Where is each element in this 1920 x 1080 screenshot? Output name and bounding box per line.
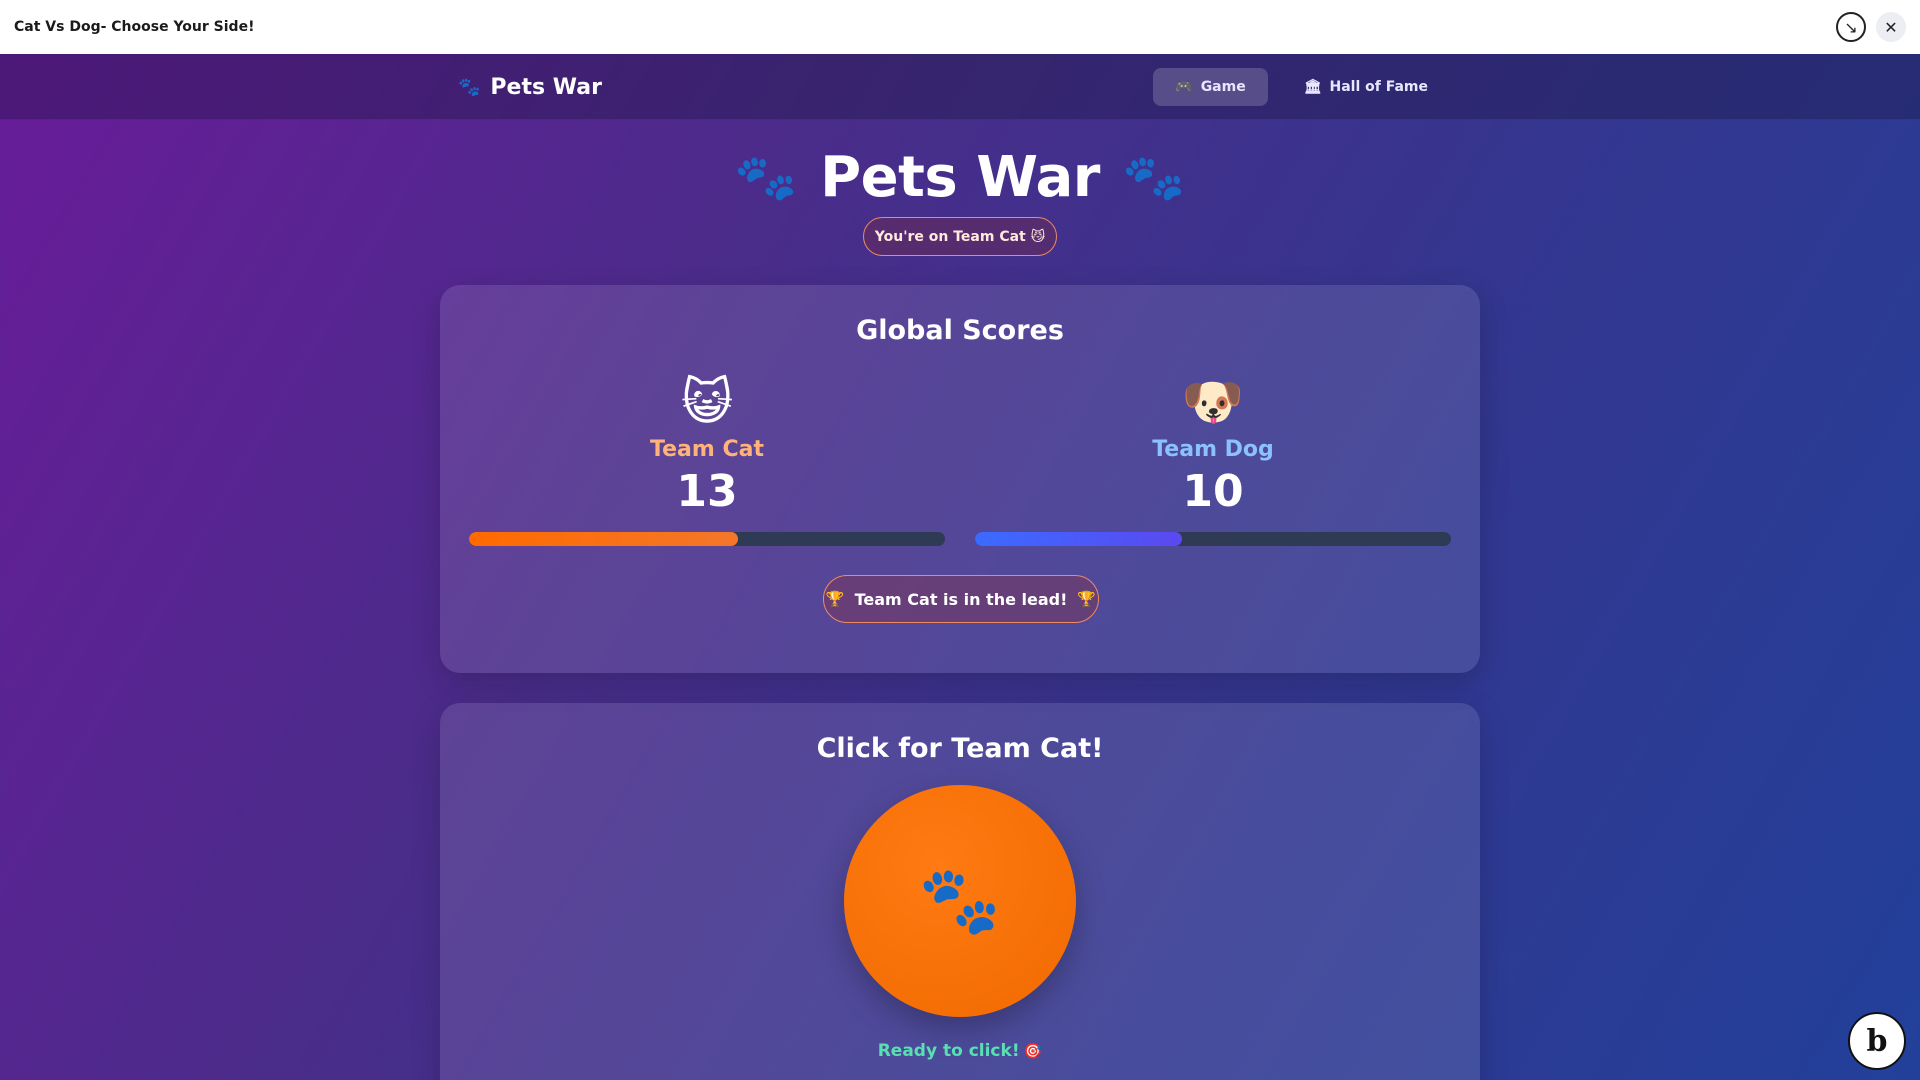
paw-icon: 🐾 [458, 76, 481, 98]
team-badge: You're on Team Cat 😼 [863, 217, 1057, 256]
paw-icon: 🐾 [732, 145, 801, 211]
nav-link-game[interactable]: 🎮 Game [1153, 68, 1268, 106]
dog-face-icon: 🐶 [1181, 373, 1245, 431]
scores-title: Global Scores [856, 315, 1064, 346]
bolt-badge-icon[interactable]: b [1848, 1012, 1906, 1070]
click-card: Click for Team Cat! 🐾 Ready to click! 🎯 [440, 703, 1480, 1080]
nav-link-label: Game [1200, 79, 1246, 95]
museum-icon: 🏛 [1303, 79, 1322, 95]
global-scores-card: Global Scores 😺 Team Cat 13 🐶 Team Dog 1… [440, 285, 1480, 673]
brand[interactable]: 🐾 Pets War [458, 54, 602, 120]
trophy-icon: 🏆 [825, 590, 845, 608]
nav-links: 🎮 Game 🏛 Hall of Fame [1153, 68, 1450, 106]
team-score-value: 10 [1182, 466, 1244, 517]
brand-name: Pets War [490, 74, 602, 100]
click-title: Click for Team Cat! [816, 733, 1104, 764]
trophy-icon: 🏆 [1077, 590, 1097, 608]
paw-icon: 🐾 [918, 863, 1002, 937]
app-navbar: 🐾 Pets War 🎮 Game 🏛 Hall of Fame [0, 54, 1920, 120]
team-cat-score: 😺 Team Cat 13 [469, 373, 945, 546]
click-status: Ready to click! 🎯 [440, 1041, 1480, 1061]
collapse-icon[interactable]: ↘ [1836, 12, 1866, 42]
paw-icon: 🐾 [1119, 145, 1189, 211]
close-icon[interactable]: ✕ [1876, 12, 1906, 42]
paw-click-button[interactable]: 🐾 [844, 785, 1076, 1017]
nav-link-label: Hall of Fame [1329, 79, 1429, 95]
gamepad-icon: 🎮 [1175, 79, 1193, 95]
hero: 🐾 Pets War 🐾 [0, 145, 1920, 211]
page-title: Pets War [820, 145, 1100, 210]
nav-link-hall-of-fame[interactable]: 🏛 Hall of Fame [1282, 68, 1450, 106]
cat-face-icon: 😺 [680, 373, 734, 431]
team-name: Team Dog [1152, 437, 1274, 462]
progress-bar [975, 532, 1451, 546]
lead-text: Team Cat is in the lead! [854, 589, 1068, 609]
team-name: Team Cat [650, 437, 764, 462]
team-dog-score: 🐶 Team Dog 10 [975, 373, 1451, 546]
status-text: Ready to click! [877, 1041, 1020, 1061]
progress-fill [469, 532, 738, 546]
target-icon: 🎯 [1023, 1042, 1043, 1060]
team-score-value: 13 [676, 466, 738, 517]
progress-fill [975, 532, 1183, 546]
lead-status-badge: 🏆 Team Cat is in the lead! 🏆 [823, 575, 1099, 623]
window-title-bar: Cat Vs Dog- Choose Your Side! ↘ ✕ [0, 0, 1920, 54]
window-actions: ↘ ✕ [1836, 12, 1906, 42]
window-title: Cat Vs Dog- Choose Your Side! [14, 19, 255, 35]
progress-bar [469, 532, 945, 546]
